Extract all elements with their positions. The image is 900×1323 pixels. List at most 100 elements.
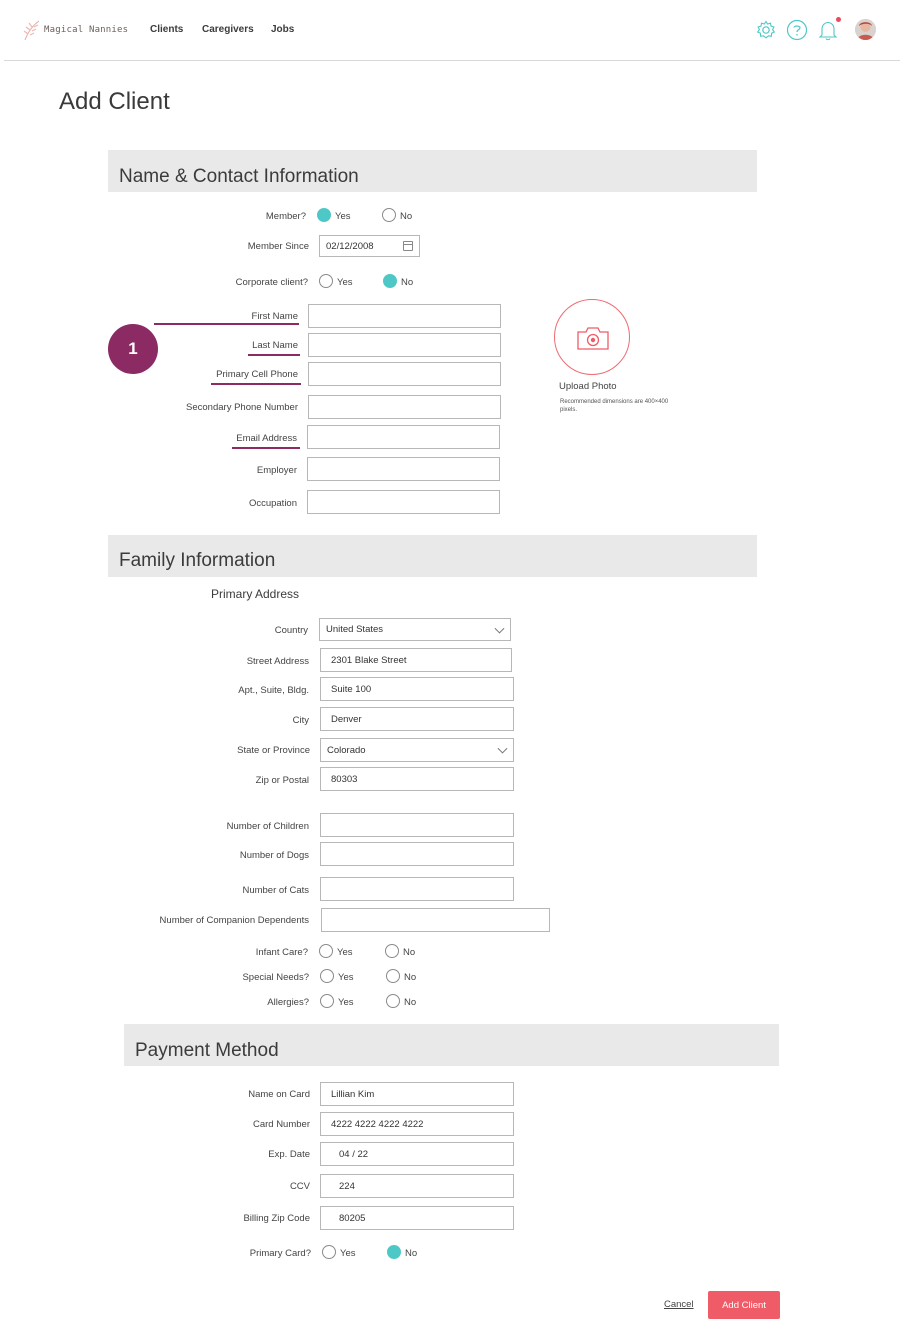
- first-name-field[interactable]: [308, 304, 501, 328]
- member-yes-label: Yes: [335, 211, 351, 222]
- add-client-button[interactable]: Add Client: [708, 1291, 780, 1319]
- infant-no-radio[interactable]: [385, 944, 399, 958]
- last-name-label: Last Name: [252, 340, 298, 351]
- special-needs-label: Special Needs?: [242, 972, 309, 983]
- corporate-client-label: Corporate client?: [235, 277, 308, 288]
- ccv-label: CCV: [289, 1181, 310, 1192]
- special-no-label: No: [404, 972, 417, 983]
- name-on-card-label: Name on Card: [248, 1089, 310, 1100]
- country-select[interactable]: United States: [319, 618, 511, 641]
- exp-date-label: Exp. Date: [268, 1149, 310, 1160]
- ccv-field[interactable]: 224: [320, 1174, 514, 1198]
- primary-phone-label: Primary Cell Phone: [216, 369, 298, 380]
- primary-phone-field[interactable]: [308, 362, 501, 386]
- primary-card-yes-radio[interactable]: [322, 1245, 336, 1259]
- nav-jobs[interactable]: Jobs: [271, 24, 294, 35]
- occupation-field[interactable]: [307, 490, 500, 514]
- family-section-title: Family Information: [119, 550, 276, 571]
- street-field[interactable]: 2301 Blake Street: [320, 648, 512, 672]
- employer-field[interactable]: [307, 457, 500, 481]
- primary-card-label: Primary Card?: [249, 1248, 311, 1259]
- special-yes-radio[interactable]: [320, 969, 334, 983]
- zip-value: 80303: [331, 773, 358, 785]
- allergies-yes-label: Yes: [338, 997, 354, 1008]
- apt-field[interactable]: Suite 100: [320, 677, 514, 701]
- header-divider: [4, 60, 900, 61]
- companion-label: Number of Companion Dependents: [159, 915, 309, 926]
- help-icon[interactable]: [786, 19, 808, 41]
- notification-dot-icon: [836, 17, 841, 22]
- name-on-card-field[interactable]: Lillian Kim: [320, 1082, 514, 1106]
- cancel-link[interactable]: Cancel: [664, 1299, 694, 1310]
- avatar[interactable]: [855, 19, 876, 40]
- country-value: United States: [326, 624, 384, 635]
- children-field[interactable]: [320, 813, 514, 837]
- state-select[interactable]: Colorado: [320, 738, 514, 762]
- infant-care-label: Infant Care?: [255, 947, 308, 958]
- page-title: Add Client: [59, 88, 170, 115]
- state-label: State or Province: [237, 745, 310, 756]
- special-no-radio[interactable]: [386, 969, 400, 983]
- payment-section-title: Payment Method: [135, 1040, 279, 1061]
- primary-card-yes-label: Yes: [340, 1248, 356, 1259]
- member-no-label: No: [400, 211, 413, 222]
- email-label: Email Address: [236, 433, 297, 444]
- primary-phone-underline: [211, 383, 301, 385]
- city-field[interactable]: Denver: [320, 707, 514, 731]
- member-no-radio[interactable]: [382, 208, 396, 222]
- apt-value: Suite 100: [331, 683, 372, 695]
- occupation-label: Occupation: [248, 498, 297, 509]
- city-label: City: [292, 715, 309, 726]
- last-name-underline: [248, 354, 300, 356]
- street-value: 2301 Blake Street: [331, 654, 407, 666]
- gear-icon[interactable]: [755, 19, 777, 41]
- secondary-phone-field[interactable]: [308, 395, 501, 419]
- upload-photo-button[interactable]: [554, 299, 630, 375]
- state-value: Colorado: [327, 744, 366, 756]
- infant-yes-radio[interactable]: [319, 944, 333, 958]
- callout-line: [154, 323, 299, 325]
- special-yes-label: Yes: [338, 972, 354, 983]
- dogs-field[interactable]: [320, 842, 514, 866]
- ccv-value: 224: [339, 1180, 355, 1192]
- primary-card-no-label: No: [405, 1248, 418, 1259]
- billing-zip-value: 80205: [339, 1212, 366, 1224]
- billing-zip-label: Billing Zip Code: [243, 1213, 310, 1224]
- member-yes-radio[interactable]: [317, 208, 331, 222]
- companion-field[interactable]: [321, 908, 550, 932]
- apt-label: Apt., Suite, Bldg.: [238, 685, 309, 696]
- corporate-yes-label: Yes: [337, 277, 353, 288]
- member-since-label: Member Since: [247, 241, 309, 252]
- country-label: Country: [274, 625, 308, 636]
- allergies-yes-radio[interactable]: [320, 994, 334, 1008]
- leaf-icon: [23, 20, 40, 41]
- brand-name: Magical Nannies: [44, 25, 129, 35]
- member-since-value: 02/12/2008: [326, 240, 374, 252]
- allergies-no-radio[interactable]: [386, 994, 400, 1008]
- allergies-no-label: No: [404, 997, 417, 1008]
- last-name-field[interactable]: [308, 333, 501, 357]
- card-number-field[interactable]: 4222 4222 4222 4222: [320, 1112, 514, 1136]
- primary-card-no-radio[interactable]: [387, 1245, 401, 1259]
- nav-caregivers[interactable]: Caregivers: [202, 24, 254, 35]
- member-since-date-field[interactable]: 02/12/2008: [319, 235, 420, 257]
- exp-date-field[interactable]: 04 / 22: [320, 1142, 514, 1166]
- billing-zip-field[interactable]: 80205: [320, 1206, 514, 1230]
- brand-logo[interactable]: Magical Nannies: [22, 18, 128, 42]
- name-on-card-value: Lillian Kim: [331, 1088, 375, 1100]
- nav-clients[interactable]: Clients: [150, 24, 183, 35]
- contact-section-title: Name & Contact Information: [119, 166, 359, 187]
- cats-label: Number of Cats: [242, 885, 309, 896]
- email-field[interactable]: [307, 425, 500, 449]
- card-number-label: Card Number: [252, 1119, 310, 1130]
- upload-photo-label: Upload Photo: [559, 381, 617, 392]
- chevron-down-icon: [494, 623, 505, 634]
- corporate-yes-radio[interactable]: [319, 274, 333, 288]
- card-number-value: 4222 4222 4222 4222: [331, 1118, 424, 1130]
- zip-field[interactable]: 80303: [320, 767, 514, 791]
- cats-field[interactable]: [320, 877, 514, 901]
- calendar-icon[interactable]: [403, 241, 413, 251]
- corporate-no-radio[interactable]: [383, 274, 397, 288]
- dogs-label: Number of Dogs: [239, 850, 309, 861]
- bell-icon[interactable]: [817, 19, 839, 41]
